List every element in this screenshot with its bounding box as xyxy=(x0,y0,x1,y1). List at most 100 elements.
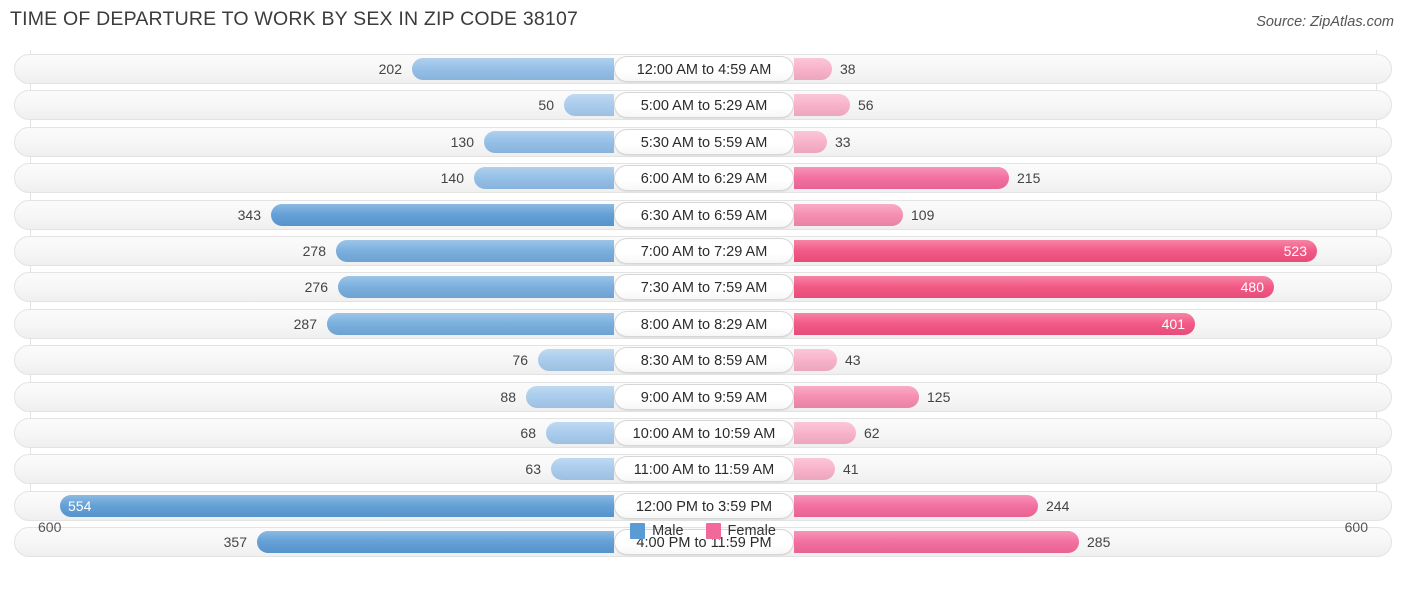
bar-male[interactable] xyxy=(412,58,614,80)
bar-female-gloss xyxy=(794,422,856,444)
bar-female-gloss xyxy=(794,494,1038,517)
bar-male-gloss xyxy=(412,58,614,80)
bar-female-gloss xyxy=(794,167,1009,190)
value-label-male: 88 xyxy=(500,388,516,405)
bar-male-gloss xyxy=(327,312,614,335)
value-label-female: 41 xyxy=(843,461,859,478)
bar-female[interactable] xyxy=(794,167,1009,190)
bar-female-gloss xyxy=(794,385,919,408)
table-row[interactable]: 343 109 6:30 AM to 6:59 AM xyxy=(14,199,1392,230)
category-label-pill: 8:00 AM to 8:29 AM xyxy=(614,310,794,337)
value-label-male: 554 xyxy=(68,497,92,514)
bar-female[interactable] xyxy=(794,349,837,372)
bar-male[interactable] xyxy=(336,240,614,262)
page-title: TIME OF DEPARTURE TO WORK BY SEX IN ZIP … xyxy=(10,8,579,30)
legend-swatch-male-icon xyxy=(630,523,646,539)
bar-female[interactable] xyxy=(794,458,835,481)
bar-female[interactable] xyxy=(794,94,850,117)
bar-female[interactable] xyxy=(794,58,832,80)
bar-male-gloss xyxy=(546,422,614,444)
value-label-male: 63 xyxy=(525,461,541,478)
bar-male[interactable] xyxy=(484,130,614,153)
legend-item-female[interactable]: Female xyxy=(705,523,776,539)
bar-female[interactable] xyxy=(794,130,827,153)
value-label-female: 480 xyxy=(1240,279,1264,296)
chart-legend: Male Female xyxy=(0,523,1406,539)
bar-male[interactable] xyxy=(60,494,614,517)
value-label-female: 109 xyxy=(911,206,935,223)
table-row[interactable]: 287 401 8:00 AM to 8:29 AM xyxy=(14,308,1392,339)
table-row[interactable]: 88 125 9:00 AM to 9:59 AM xyxy=(14,381,1392,412)
table-row[interactable]: 63 41 11:00 AM to 11:59 AM xyxy=(14,454,1392,485)
value-label-male: 278 xyxy=(302,243,326,259)
category-label-pill: 8:30 AM to 8:59 AM xyxy=(614,347,794,374)
value-label-female: 33 xyxy=(835,133,851,150)
bar-female[interactable] xyxy=(794,276,1274,299)
bar-male-gloss xyxy=(564,94,614,117)
category-label-pill: 7:30 AM to 7:59 AM xyxy=(614,274,794,301)
bar-male[interactable] xyxy=(551,458,614,481)
value-label-male: 130 xyxy=(450,133,474,150)
value-label-female: 244 xyxy=(1046,497,1070,514)
bar-female-gloss xyxy=(794,94,850,117)
bar-male[interactable] xyxy=(338,276,614,299)
bar-female-gloss xyxy=(794,276,1274,299)
diverging-bar-plot: 202 38 12:00 AM to 4:59 AM 50 56 5:00 AM to 5… xyxy=(0,50,1406,558)
bar-male[interactable] xyxy=(271,203,614,226)
table-row[interactable]: 68 62 10:00 AM to 10:59 AM xyxy=(14,418,1392,448)
value-label-male: 50 xyxy=(538,97,554,114)
bar-female-gloss xyxy=(794,458,835,481)
bar-female-gloss xyxy=(794,240,1317,262)
value-label-female: 215 xyxy=(1017,170,1041,187)
bar-female-gloss xyxy=(794,58,832,80)
value-label-male: 202 xyxy=(378,61,402,77)
value-label-female: 43 xyxy=(845,352,861,369)
table-row[interactable]: 76 43 8:30 AM to 8:59 AM xyxy=(14,345,1392,376)
table-row[interactable]: 554 244 12:00 PM to 3:59 PM xyxy=(14,490,1392,521)
bar-female-gloss xyxy=(794,203,903,226)
bar-male-gloss xyxy=(60,494,614,517)
category-label-pill: 11:00 AM to 11:59 AM xyxy=(614,456,794,483)
category-label-pill: 10:00 AM to 10:59 AM xyxy=(614,420,794,446)
bar-male-gloss xyxy=(474,167,614,190)
category-label-pill: 7:00 AM to 7:29 AM xyxy=(614,238,794,264)
chart-container: TIME OF DEPARTURE TO WORK BY SEX IN ZIP … xyxy=(0,0,1406,595)
legend-label-male: Male xyxy=(652,523,684,539)
category-label-pill: 12:00 AM to 4:59 AM xyxy=(614,56,794,82)
bar-female[interactable] xyxy=(794,422,856,444)
table-row[interactable]: 276 480 7:30 AM to 7:59 AM xyxy=(14,272,1392,303)
value-label-male: 140 xyxy=(440,170,464,187)
bar-female-gloss xyxy=(794,349,837,372)
table-row[interactable]: 202 38 12:00 AM to 4:59 AM xyxy=(14,54,1392,84)
bar-female[interactable] xyxy=(794,494,1038,517)
table-row[interactable]: 140 215 6:00 AM to 6:29 AM xyxy=(14,163,1392,194)
value-label-male: 276 xyxy=(304,279,328,296)
value-label-female: 62 xyxy=(864,425,880,441)
table-row[interactable]: 50 56 5:00 AM to 5:29 AM xyxy=(14,90,1392,121)
bar-male[interactable] xyxy=(538,349,614,372)
bar-male-gloss xyxy=(538,349,614,372)
category-label-pill: 6:30 AM to 6:59 AM xyxy=(614,201,794,228)
bar-female[interactable] xyxy=(794,385,919,408)
bar-male[interactable] xyxy=(564,94,614,117)
bar-male-gloss xyxy=(484,130,614,153)
bar-male[interactable] xyxy=(546,422,614,444)
table-row[interactable]: 278 523 7:00 AM to 7:29 AM xyxy=(14,236,1392,266)
value-label-male: 287 xyxy=(293,315,317,332)
category-label-pill: 12:00 PM to 3:59 PM xyxy=(614,492,794,519)
table-row[interactable]: 130 33 5:30 AM to 5:59 AM xyxy=(14,126,1392,157)
bar-male-gloss xyxy=(271,203,614,226)
bar-male[interactable] xyxy=(474,167,614,190)
category-label-pill: 9:00 AM to 9:59 AM xyxy=(614,383,794,410)
bar-female[interactable] xyxy=(794,203,903,226)
bar-male[interactable] xyxy=(526,385,614,408)
value-label-male: 68 xyxy=(520,425,536,441)
value-label-male: 343 xyxy=(237,206,261,223)
bar-female[interactable] xyxy=(794,312,1195,335)
bar-male[interactable] xyxy=(327,312,614,335)
value-label-female: 56 xyxy=(858,97,874,114)
value-label-female: 125 xyxy=(927,388,951,405)
bar-male-gloss xyxy=(336,240,614,262)
legend-item-male[interactable]: Male xyxy=(630,523,684,539)
bar-female[interactable] xyxy=(794,240,1317,262)
